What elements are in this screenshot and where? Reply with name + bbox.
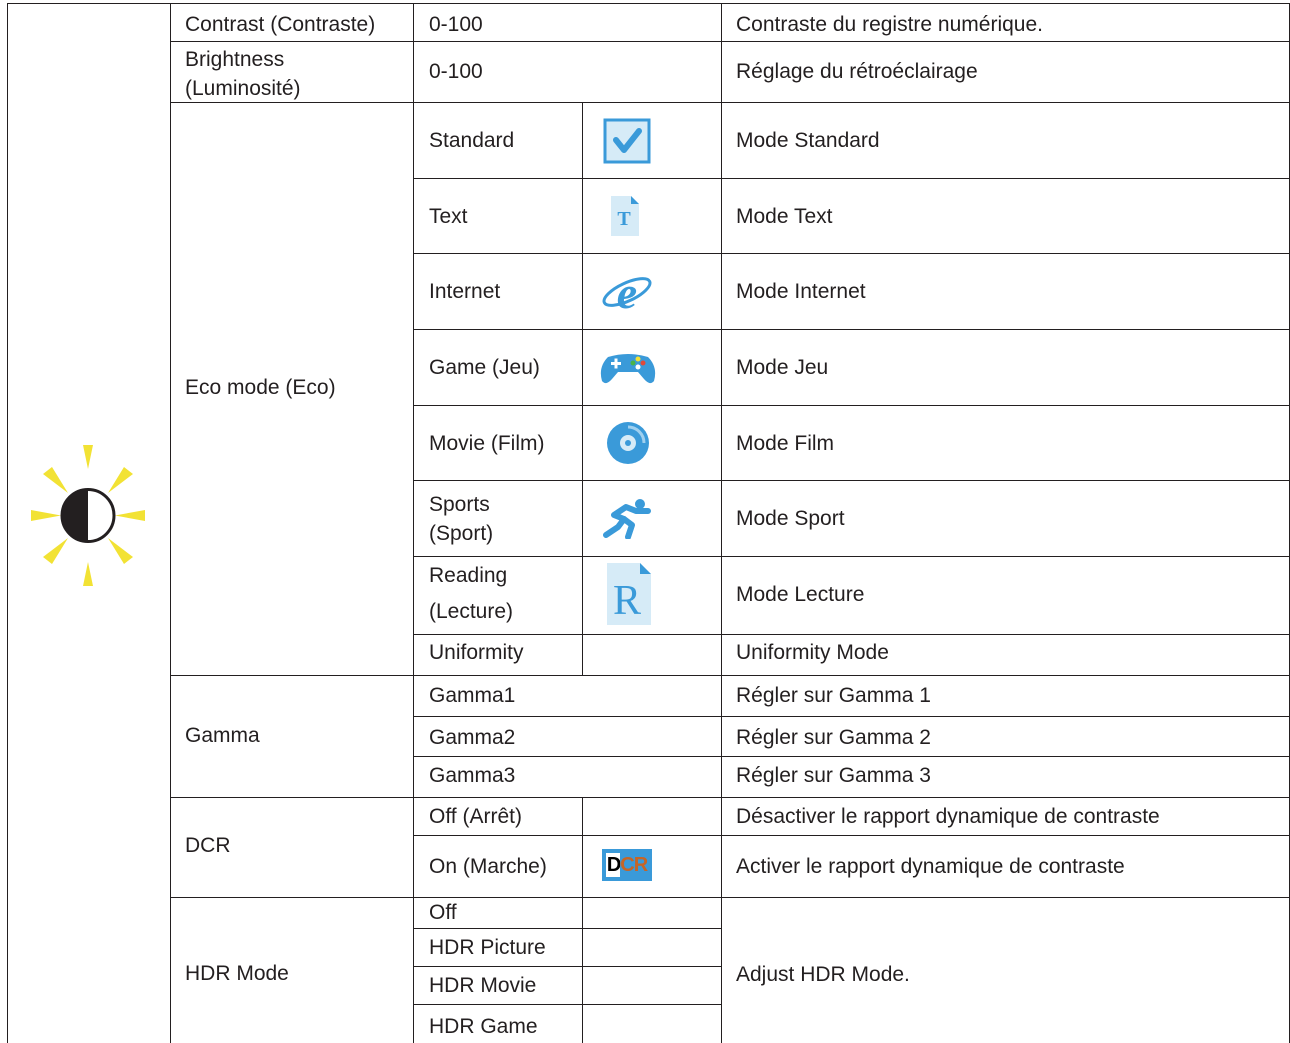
table-border [7, 3, 1290, 4]
table-border [413, 716, 1290, 717]
gamma-description-1: Régler sur Gamma 1 [736, 684, 931, 707]
contrast-range: 0-100 [429, 13, 483, 36]
table-border [721, 3, 722, 1043]
eco-description-standard: Mode Standard [736, 129, 880, 152]
runner-icon [602, 497, 652, 540]
eco-mode-label: Eco mode (Eco) [185, 376, 336, 399]
eco-description-sports: Mode Sport [736, 507, 845, 530]
eco-item-internet: Internet [429, 280, 501, 303]
brightness-description: Réglage du rétroéclairage [736, 60, 978, 83]
eco-description-reading: Mode Lecture [736, 583, 865, 606]
gamma-description-2: Régler sur Gamma 2 [736, 726, 931, 749]
gamepad-icon [598, 345, 658, 387]
table-border [413, 3, 414, 1043]
table-border [413, 253, 1290, 254]
table-border [413, 556, 1290, 557]
table-border [413, 966, 722, 967]
gamma-item-2: Gamma2 [429, 726, 516, 749]
table-border [170, 797, 1290, 798]
table-border [413, 1004, 722, 1005]
svg-text:R: R [613, 578, 641, 624]
brightness-range: 0-100 [429, 60, 483, 83]
svg-text:e: e [617, 268, 637, 316]
brightness-label-line1: Brightness [185, 48, 285, 71]
dcr-item-off: Off (Arrêt) [429, 805, 522, 828]
table-border [413, 756, 1290, 757]
reading-document-icon: R [606, 562, 652, 626]
table-border [413, 835, 1290, 836]
eco-item-text: Text [429, 205, 468, 228]
dcr-icon-text: DCR [606, 854, 648, 876]
eco-item-reading-line2: (Lecture) [429, 600, 514, 623]
dcr-item-on: On (Marche) [429, 855, 547, 878]
eco-item-movie: Movie (Film) [429, 432, 545, 455]
eco-description-uniformity: Uniformity Mode [736, 641, 889, 664]
hdr-item-movie: HDR Movie [429, 974, 537, 997]
eco-item-uniformity: Uniformity [429, 641, 524, 664]
table-border [413, 178, 1290, 179]
table-border [413, 928, 722, 929]
hdr-item-off: Off [429, 901, 457, 924]
internet-explorer-icon: e [600, 267, 654, 318]
table-border [170, 3, 171, 1043]
table-border [582, 797, 583, 897]
gamma-item-1: Gamma1 [429, 684, 516, 707]
eco-description-text: Mode Text [736, 205, 833, 228]
gamma-label: Gamma [185, 724, 260, 747]
svg-text:T: T [617, 208, 631, 230]
eco-item-standard: Standard [429, 129, 515, 152]
table-border [413, 405, 1290, 406]
table-border [582, 897, 583, 1043]
table-border [7, 3, 8, 1043]
table-border [413, 480, 1290, 481]
hdr-item-picture: HDR Picture [429, 936, 546, 959]
eco-description-game: Mode Jeu [736, 356, 829, 379]
hdr-item-game: HDR Game [429, 1015, 538, 1038]
table-border [170, 41, 1290, 42]
brightness-contrast-sun-icon [28, 443, 148, 588]
eco-item-sports-line1: Sports [429, 493, 490, 516]
eco-item-reading-line1: Reading [429, 564, 508, 587]
dcr-description-on: Activer le rapport dynamique de contrast… [736, 855, 1125, 878]
table-border [413, 634, 1290, 635]
hdr-description: Adjust HDR Mode. [736, 963, 910, 986]
disc-icon [606, 421, 650, 465]
checkbox-icon [603, 118, 651, 164]
table-border [170, 675, 1290, 676]
contrast-description: Contraste du registre numérique. [736, 13, 1043, 36]
contrast-label: Contrast (Contraste) [185, 13, 376, 36]
hdr-mode-label: HDR Mode [185, 962, 289, 985]
eco-description-internet: Mode Internet [736, 280, 866, 303]
table-border [413, 329, 1290, 330]
dcr-icon: DCR [601, 848, 653, 882]
dcr-description-off: Désactiver le rapport dynamique de contr… [736, 805, 1160, 828]
gamma-description-3: Régler sur Gamma 3 [736, 764, 931, 787]
text-document-icon: T [610, 195, 640, 237]
eco-item-sports-line2: (Sport) [429, 522, 494, 545]
table-border [170, 897, 1290, 898]
dcr-label: DCR [185, 834, 231, 857]
eco-description-movie: Mode Film [736, 432, 835, 455]
brightness-label-line2: (Luminosité) [185, 77, 301, 100]
table-border [582, 103, 583, 675]
table-border [170, 102, 1290, 103]
eco-item-game: Game (Jeu) [429, 356, 540, 379]
gamma-item-3: Gamma3 [429, 764, 516, 787]
